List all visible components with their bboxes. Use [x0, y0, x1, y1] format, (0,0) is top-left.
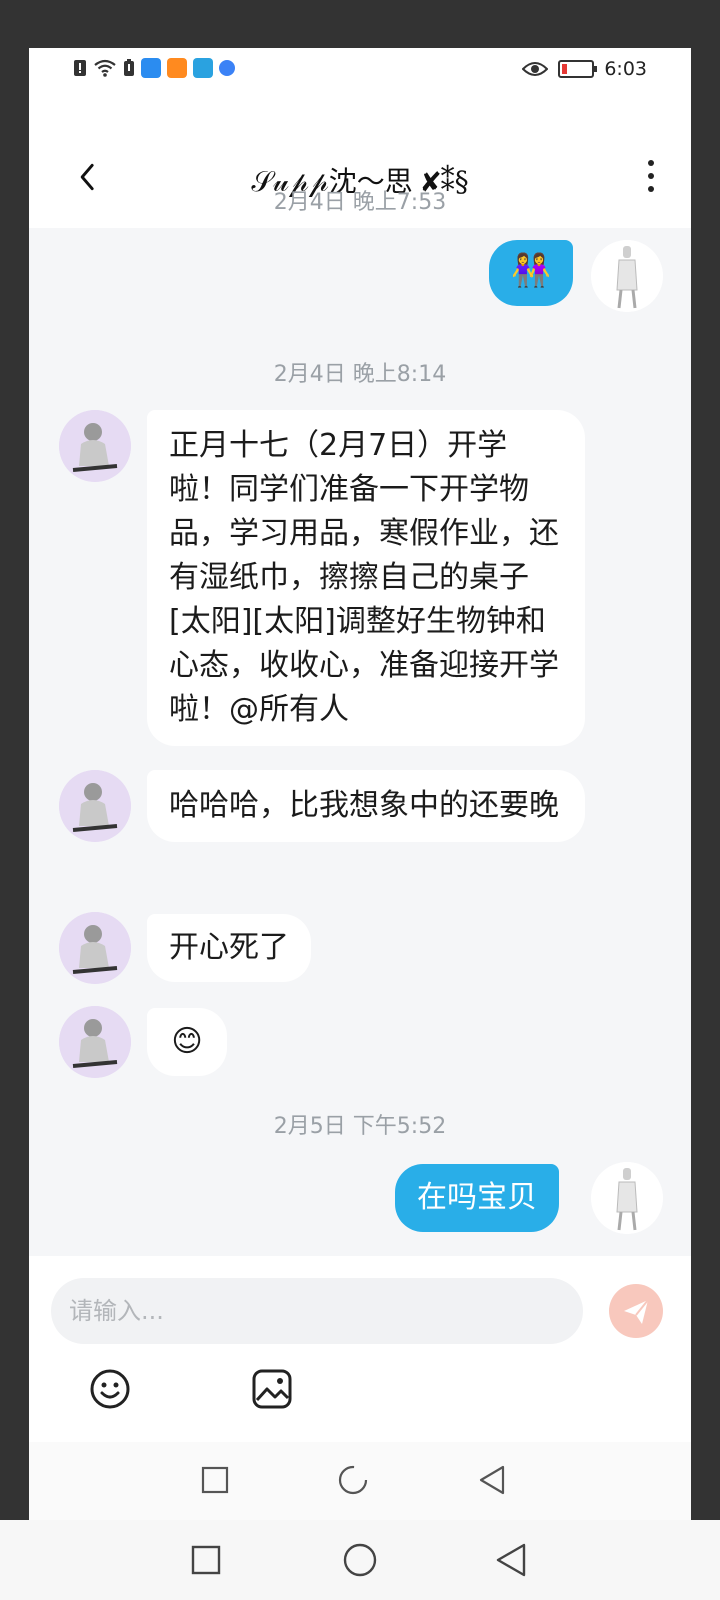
incoming-message-bubble[interactable]: 开心死了: [147, 914, 311, 982]
incoming-message-bubble[interactable]: 😊: [147, 1008, 227, 1076]
message-timestamp: 2月4日 晚上7:53: [273, 190, 447, 215]
eye-icon: [522, 62, 549, 76]
incoming-message-bubble[interactable]: 哈哈哈，比我想象中的还要晚: [147, 770, 585, 842]
message-emoji: 👭: [511, 251, 551, 289]
contact-avatar[interactable]: [59, 770, 131, 842]
outgoing-message-bubble[interactable]: 在吗宝贝: [395, 1164, 559, 1232]
back-icon[interactable]: [494, 1542, 528, 1578]
app-navigation-bar: [29, 1442, 691, 1520]
status-time: 6:03: [604, 58, 647, 80]
image-icon[interactable]: [251, 1368, 293, 1410]
home-icon[interactable]: [337, 1464, 369, 1496]
video-app-icon: [167, 58, 187, 78]
self-avatar[interactable]: [591, 1162, 663, 1234]
back-icon[interactable]: [477, 1464, 507, 1496]
incoming-message-bubble[interactable]: 正月十七（2月7日）开学啦！同学们准备一下开学物品，学习用品，寒假作业，还有湿纸…: [147, 410, 585, 746]
send-button[interactable]: [609, 1284, 663, 1338]
smiley-icon[interactable]: [89, 1368, 131, 1410]
sim-icon: [124, 59, 134, 76]
book-app-icon: [193, 58, 213, 78]
status-icons-left: [73, 58, 235, 78]
system-navigation-bar: [0, 1520, 720, 1600]
search-app-icon: [141, 58, 161, 78]
message-emoji: 😊: [171, 1024, 203, 1059]
browser-app-icon: [219, 60, 235, 76]
home-icon[interactable]: [342, 1542, 378, 1578]
contact-avatar[interactable]: [59, 1006, 131, 1078]
status-icons-right: 6:03: [522, 58, 647, 80]
recent-apps-icon[interactable]: [190, 1544, 222, 1576]
message-composer: [29, 1256, 691, 1442]
wifi-icon: [94, 59, 116, 77]
message-input[interactable]: [51, 1278, 583, 1344]
outgoing-message-bubble[interactable]: 👭: [489, 240, 573, 306]
chat-screen: 6:03 𝒮𝓊𝓅𝓅沈～思 ✘⁑§ 2月4日 晚上7:53 👭 2月4日 晚上8:…: [29, 48, 691, 1520]
battery-icon: [558, 60, 598, 78]
message-timestamp: 2月5日 下午5:52: [273, 1114, 447, 1139]
more-vertical-icon: [648, 160, 654, 166]
send-icon: [624, 1299, 649, 1324]
message-timestamp: 2月4日 晚上8:14: [273, 362, 447, 387]
alert-icon: [74, 60, 86, 76]
self-avatar[interactable]: [591, 240, 663, 312]
recent-apps-icon[interactable]: [201, 1466, 229, 1494]
contact-avatar[interactable]: [59, 410, 131, 482]
status-bar: 6:03: [29, 48, 691, 94]
contact-avatar[interactable]: [59, 912, 131, 984]
